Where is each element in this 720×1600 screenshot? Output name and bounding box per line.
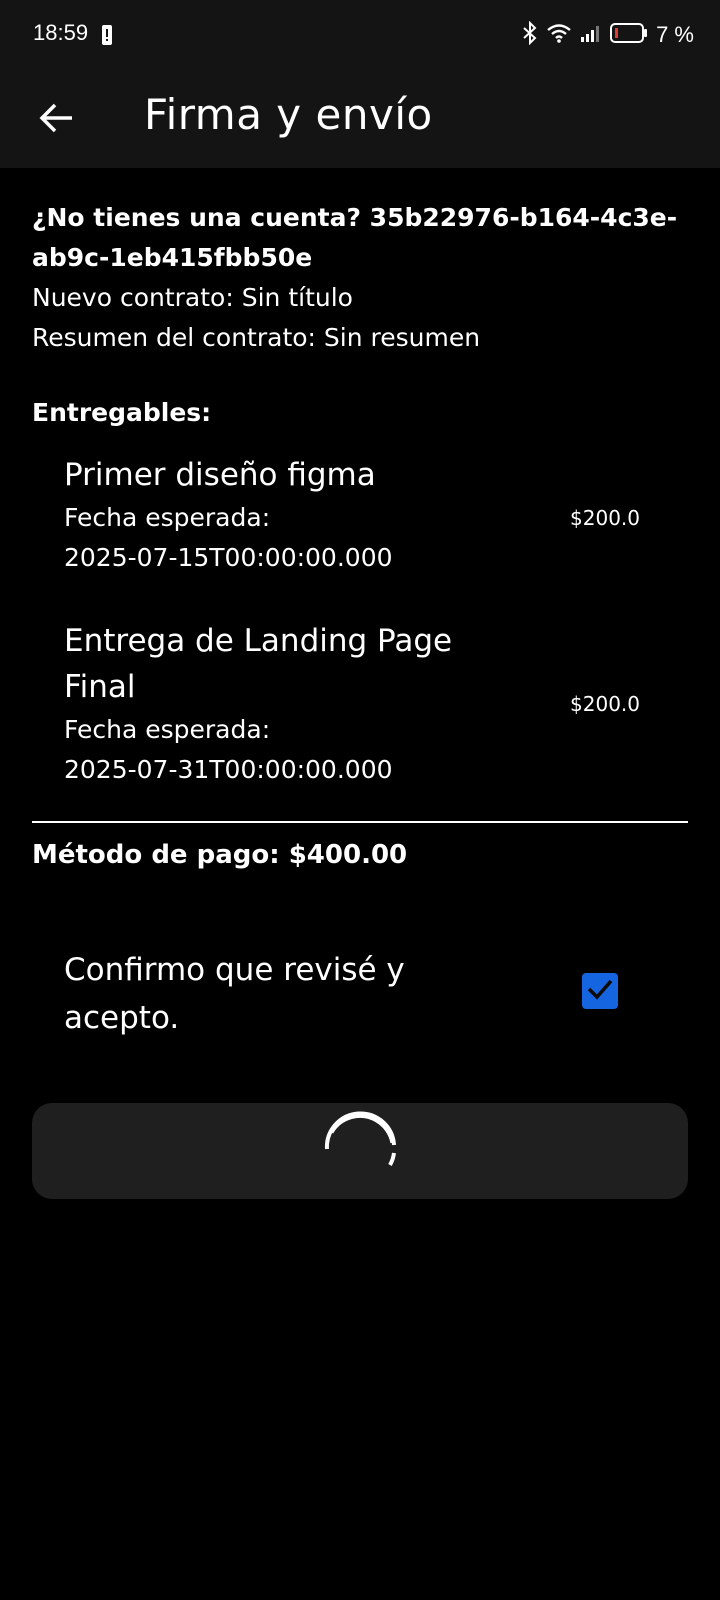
deliverable-date-label: Fecha esperada: <box>64 503 271 532</box>
bluetooth-icon <box>522 20 538 50</box>
back-button[interactable] <box>24 88 88 152</box>
status-bar: 18:59 7 % <box>0 0 720 70</box>
deliverable-item: Entrega de Landing Page Final Fecha espe… <box>64 618 664 790</box>
deliverable-date: 2025-07-15T00:00:00.000 <box>64 543 393 572</box>
deliverable-title: Entrega de Landing Page Final <box>64 623 453 705</box>
deliverable-price: $200.0 <box>570 506 640 530</box>
signal-icon <box>580 23 602 48</box>
alert-icon <box>101 24 113 46</box>
deliverables-label: Entregables: <box>32 398 212 427</box>
status-time: 18:59 <box>33 20 89 45</box>
submit-button[interactable] <box>32 1103 688 1199</box>
divider <box>32 821 688 823</box>
confirm-label: Confirmo que revisé y acepto. <box>64 952 405 1036</box>
arrow-back-icon <box>38 102 74 139</box>
status-icons: 7 % <box>522 18 694 52</box>
new-contract-line: Nuevo contrato: Sin título <box>32 283 353 312</box>
check-icon <box>586 977 614 1006</box>
deliverable-date-label: Fecha esperada: <box>64 715 271 744</box>
contract-summary: ¿No tienes una cuenta? 35b22976-b164-4c3… <box>32 198 688 358</box>
loading-spinner-icon <box>320 1109 400 1194</box>
payment-method: Método de pago: $400.00 <box>32 840 408 870</box>
deliverable-price: $200.0 <box>570 692 640 716</box>
page-title: Firma y envío <box>144 90 433 139</box>
battery-icon <box>610 22 648 49</box>
battery-percent: 7 % <box>656 22 694 47</box>
confirm-checkbox[interactable] <box>582 973 618 1009</box>
deliverable-date: 2025-07-31T00:00:00.000 <box>64 755 393 784</box>
contract-summary-line: Resumen del contrato: Sin resumen <box>32 323 481 352</box>
app-bar: Firma y envío <box>0 70 720 168</box>
deliverable-item: Primer diseño figma Fecha esperada: 2025… <box>64 452 664 578</box>
account-prompt: ¿No tienes una cuenta? 35b22976-b164-4c3… <box>32 203 678 272</box>
deliverable-title: Primer diseño figma <box>64 457 376 493</box>
wifi-icon <box>546 22 572 49</box>
